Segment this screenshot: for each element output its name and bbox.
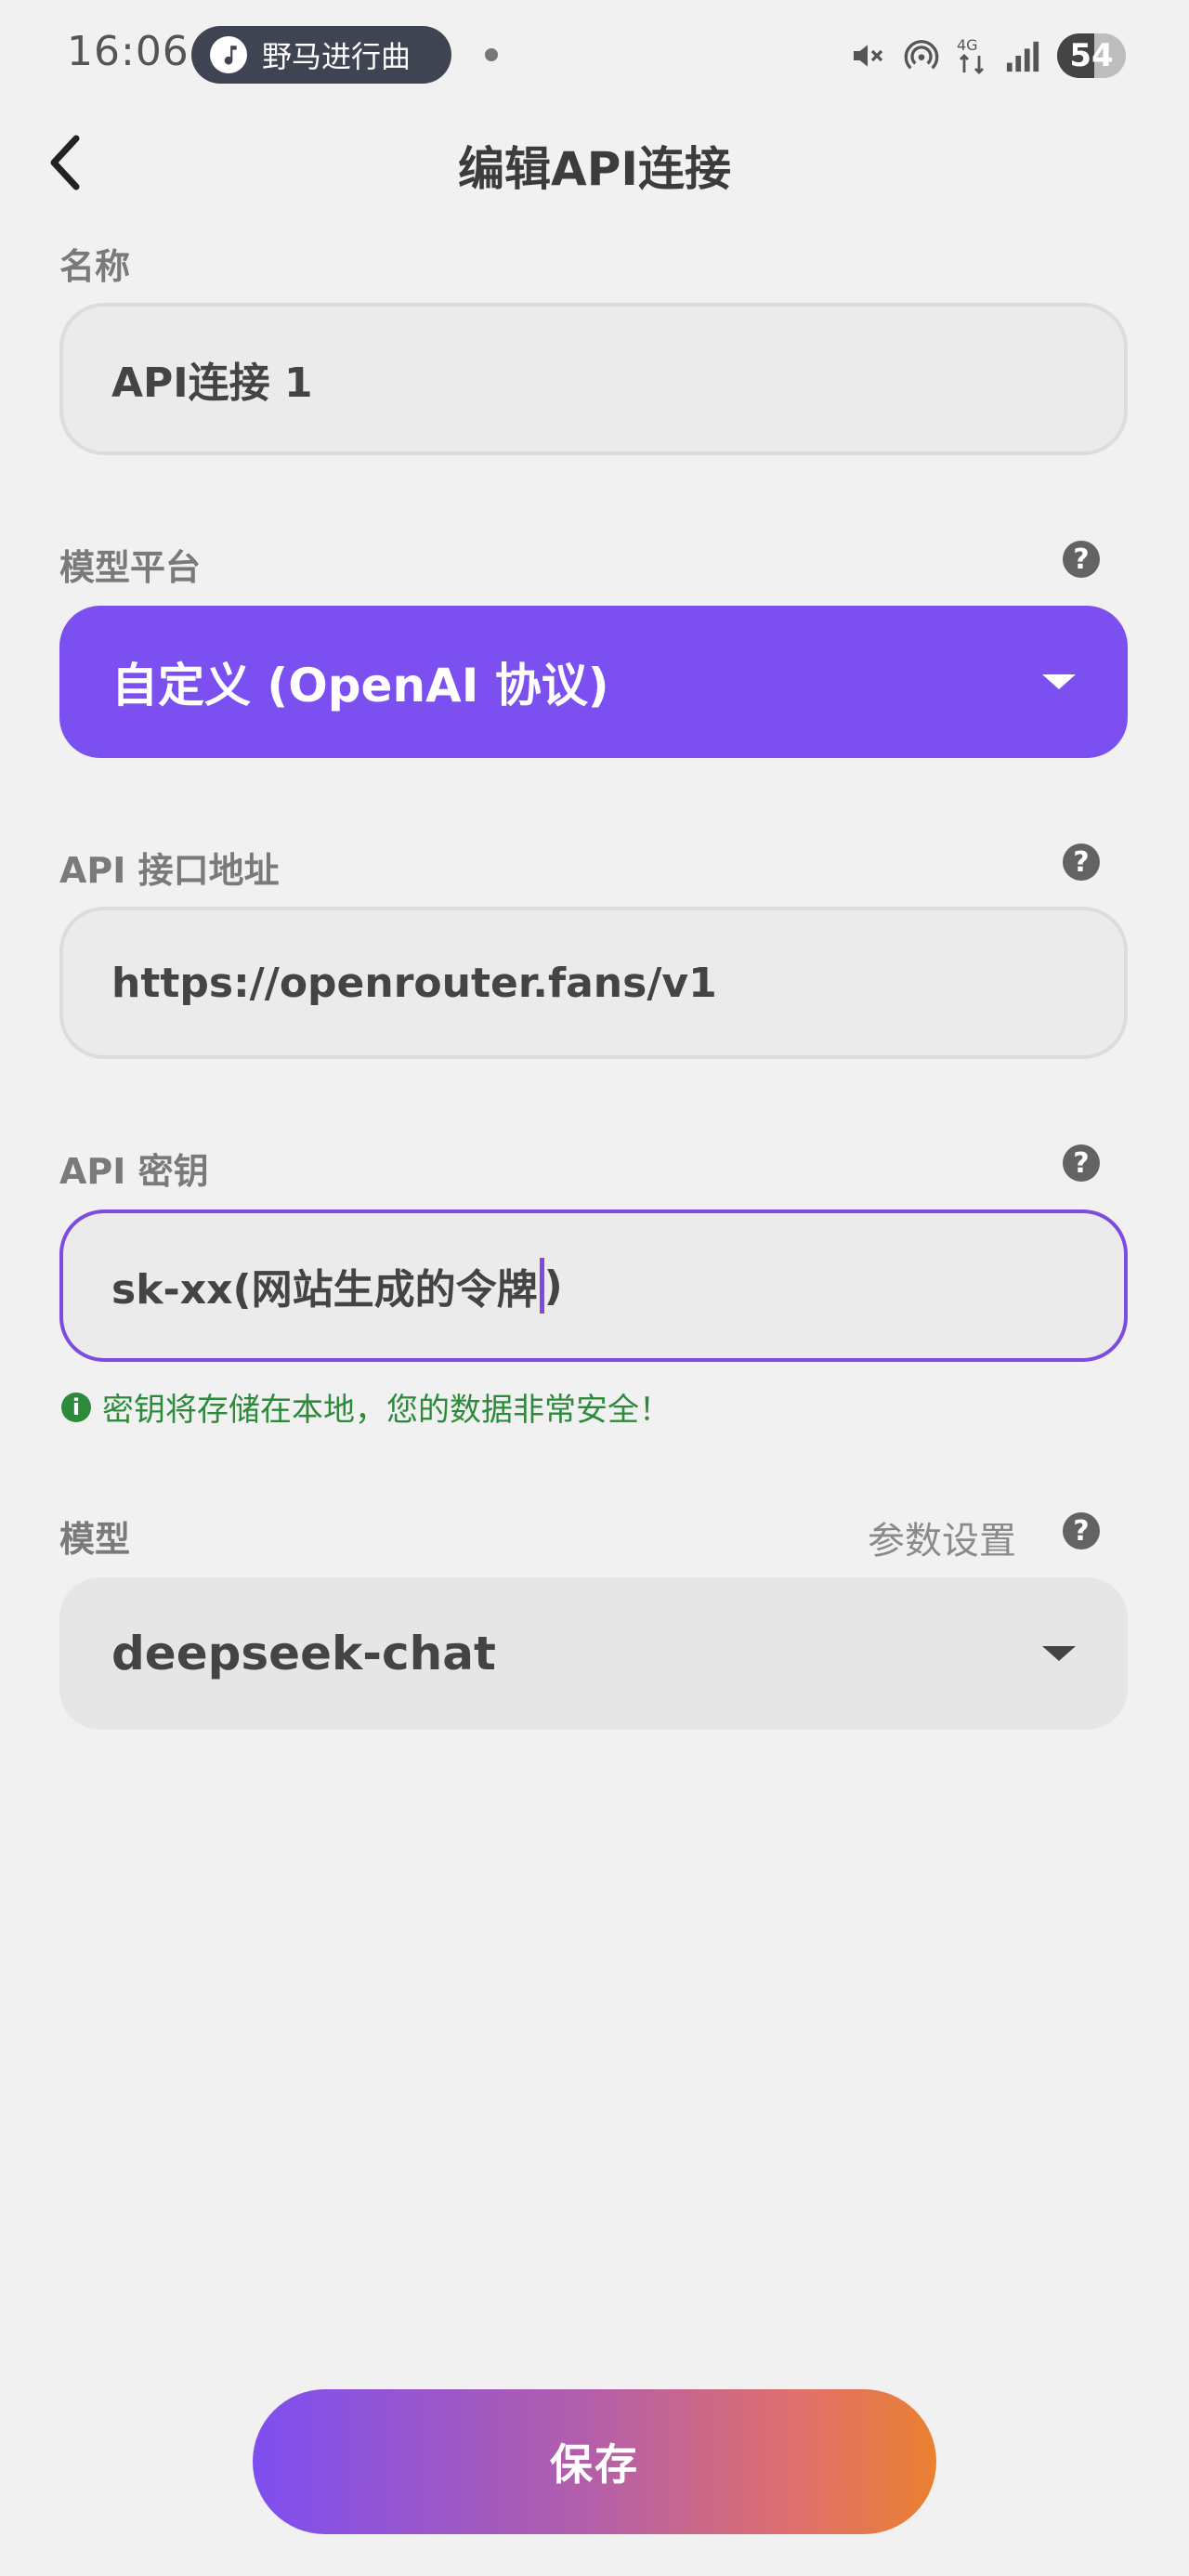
edit-api-connection-screen: 16:06 野马进行曲 4G 54 编辑API连接 名称 API连接 1 模型平…: [0, 0, 1189, 2576]
dropdown-arrow-icon: [1042, 674, 1076, 689]
api-key-hint: i 密钥将存储在本地，您的数据非常安全！: [61, 1384, 671, 1430]
params-settings-link[interactable]: 参数设置: [868, 1510, 1016, 1564]
api-key-label: API 密钥: [59, 1151, 209, 1192]
page-title: 编辑API连接: [458, 142, 731, 196]
dropdown-arrow-icon: [1042, 1646, 1076, 1661]
mute-icon: [854, 45, 883, 67]
battery-icon: 54: [1057, 33, 1126, 78]
model-select[interactable]: deepseek-chat: [59, 1577, 1128, 1730]
name-label: 名称: [59, 246, 131, 287]
name-value: API连接 1: [111, 360, 313, 407]
notification-dot: [485, 48, 498, 61]
music-note-icon: [210, 36, 247, 73]
name-input[interactable]: API连接 1: [59, 303, 1128, 455]
network-4g-icon: 4G: [957, 36, 984, 74]
api-url-input[interactable]: https://openrouter.fans/v1: [59, 907, 1128, 1059]
model-value: deepseek-chat: [111, 1627, 496, 1680]
hotspot-icon: [904, 40, 939, 70]
media-title: 野马进行曲: [262, 39, 412, 74]
api-url-value: https://openrouter.fans/v1: [111, 959, 717, 1007]
model-label: 模型: [59, 1519, 131, 1560]
api-url-help-icon[interactable]: ?: [1063, 843, 1100, 881]
save-button[interactable]: 保存: [253, 2389, 936, 2534]
signal-icon: [1006, 41, 1039, 72]
battery-level: 54: [1069, 37, 1114, 74]
api-key-value-tail: ): [543, 1262, 563, 1310]
model-help-icon[interactable]: ?: [1063, 1512, 1100, 1550]
platform-select[interactable]: 自定义 (OpenAI 协议): [59, 606, 1128, 758]
media-pill[interactable]: 野马进行曲: [191, 26, 451, 84]
api-key-help-icon[interactable]: ?: [1063, 1144, 1100, 1182]
platform-value: 自定义 (OpenAI 协议): [111, 659, 609, 713]
status-icons: 4G 54: [849, 28, 1126, 84]
status-time: 16:06: [67, 28, 189, 75]
api-key-value: sk-xx(网站生成的令牌: [111, 1266, 538, 1314]
api-url-label: API 接口地址: [59, 850, 280, 891]
platform-label: 模型平台: [59, 547, 202, 588]
network-4g-label: 4G: [957, 36, 978, 54]
api-key-input[interactable]: sk-xx(网站生成的令牌): [59, 1210, 1128, 1362]
info-icon: i: [61, 1392, 91, 1422]
platform-help-icon[interactable]: ?: [1063, 541, 1100, 578]
api-key-hint-text: 密钥将存储在本地，您的数据非常安全！: [102, 1392, 671, 1429]
